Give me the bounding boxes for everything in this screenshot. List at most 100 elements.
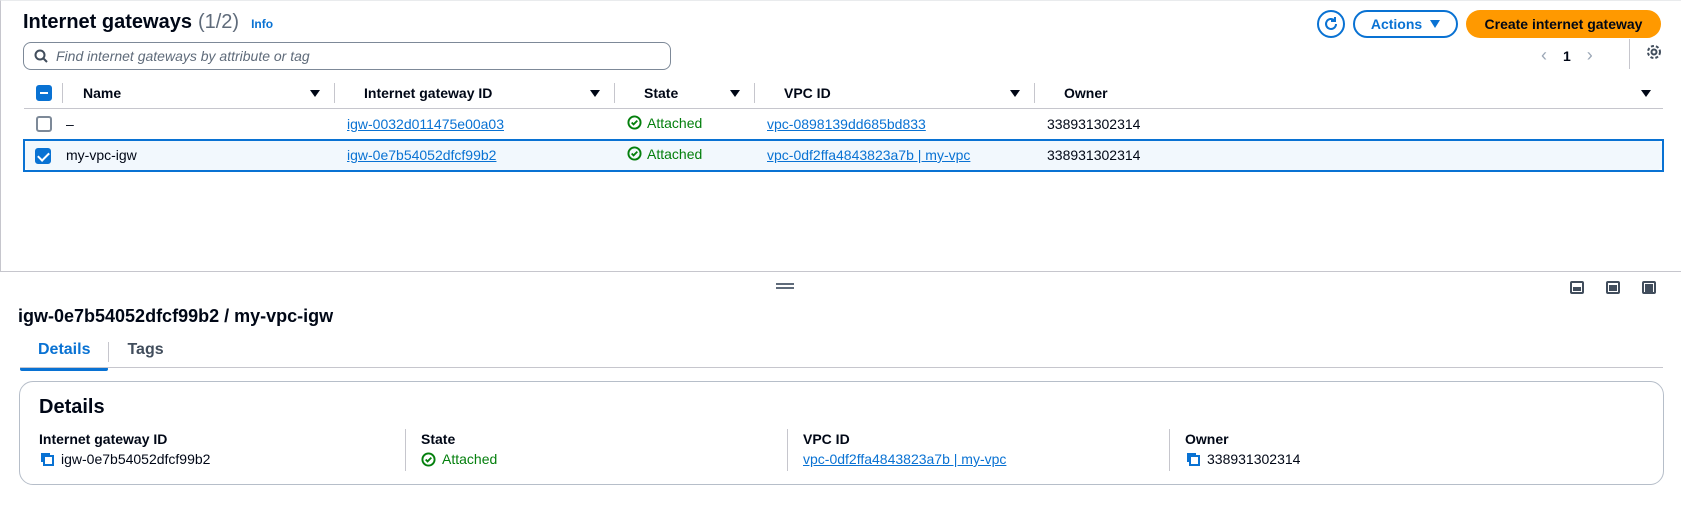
column-header-state[interactable]: State bbox=[627, 78, 767, 109]
field-label: Internet gateway ID bbox=[39, 431, 168, 447]
state-cell: Attached bbox=[627, 138, 767, 172]
igw-id-cell: igw-0032d011475e00a03 bbox=[347, 108, 627, 140]
status-badge: Attached bbox=[627, 115, 702, 131]
column-divider bbox=[754, 83, 755, 103]
resize-handle-icon[interactable] bbox=[776, 283, 794, 289]
field-value: 338931302314 bbox=[1207, 451, 1301, 467]
igw-id-link[interactable]: igw-0e7b54052dfcf99b2 bbox=[347, 147, 496, 163]
column-divider bbox=[614, 83, 615, 103]
status-badge: Attached bbox=[421, 451, 821, 467]
column-divider bbox=[1169, 429, 1170, 471]
panel-bottom-full-icon[interactable] bbox=[1642, 281, 1656, 294]
vpc-id-link[interactable]: vpc-0898139dd685bd833 bbox=[767, 116, 926, 132]
owner-cell: 338931302314 bbox=[1047, 138, 1664, 172]
column-header-igw-id[interactable]: Internet gateway ID bbox=[347, 78, 627, 109]
table-header-row: Name Internet gateway ID State VPC ID Ow… bbox=[24, 78, 1663, 109]
create-internet-gateway-button[interactable]: Create internet gateway bbox=[1466, 10, 1661, 38]
split-panel-divider bbox=[0, 271, 1681, 272]
details-container: Details Internet gateway ID igw-0e7b5405… bbox=[19, 381, 1664, 485]
search-box bbox=[23, 42, 671, 70]
vpc-id-link[interactable]: vpc-0df2ffa4843823a7b | my-vpc bbox=[767, 147, 970, 163]
igw-id-link[interactable]: igw-0032d011475e00a03 bbox=[347, 116, 504, 132]
status-badge: Attached bbox=[627, 146, 702, 162]
actions-label: Actions bbox=[1370, 16, 1423, 32]
column-header-owner[interactable]: Owner bbox=[1047, 78, 1663, 109]
sort-icon[interactable] bbox=[1010, 89, 1020, 97]
column-header-label: Name bbox=[83, 85, 122, 101]
settings-icon[interactable] bbox=[1645, 43, 1663, 64]
name-cell: – bbox=[66, 108, 347, 140]
panel-bottom-small-icon[interactable] bbox=[1570, 281, 1584, 294]
row-select-cell bbox=[24, 108, 66, 140]
tab-details[interactable]: Details bbox=[20, 337, 109, 371]
detail-panel-title: igw-0e7b54052dfcf99b2 / my-vpc-igw bbox=[18, 306, 334, 326]
page-number[interactable]: 1 bbox=[1563, 48, 1571, 64]
table-row-selected[interactable]: my-vpc-igw igw-0e7b54052dfcf99b2 Attache… bbox=[23, 138, 1664, 172]
owner-field: Owner 338931302314 bbox=[1185, 431, 1585, 467]
vpc-id-field: VPC ID vpc-0df2ffa4843823a7b | my-vpc bbox=[803, 431, 1203, 467]
copy-icon[interactable] bbox=[39, 451, 55, 467]
vpc-id-link[interactable]: vpc-0df2ffa4843823a7b | my-vpc bbox=[803, 451, 1006, 467]
owner-cell: 338931302314 bbox=[1047, 108, 1663, 140]
state-text: Attached bbox=[647, 145, 703, 162]
field-value: igw-0e7b54052dfcf99b2 bbox=[61, 451, 211, 467]
select-all-header bbox=[24, 78, 66, 109]
details-section-title: Details bbox=[39, 396, 105, 418]
detail-tabs: Details Tags bbox=[20, 337, 182, 371]
check-circle-icon bbox=[627, 115, 642, 130]
vpc-id-cell: vpc-0df2ffa4843823a7b | my-vpc bbox=[767, 138, 1047, 172]
column-header-label: State bbox=[644, 85, 679, 101]
sort-icon[interactable] bbox=[730, 89, 740, 97]
column-divider bbox=[334, 83, 335, 103]
state-text: Attached bbox=[647, 114, 703, 131]
column-divider bbox=[62, 83, 63, 103]
igw-id-field: Internet gateway ID igw-0e7b54052dfcf99b… bbox=[39, 431, 439, 467]
column-header-label: VPC ID bbox=[784, 85, 831, 101]
field-label: Owner bbox=[1185, 431, 1229, 447]
check-circle-icon bbox=[627, 146, 642, 161]
column-header-name[interactable]: Name bbox=[66, 78, 347, 109]
tabs-underline bbox=[20, 367, 1663, 368]
actions-button[interactable]: Actions bbox=[1353, 10, 1458, 38]
search-input[interactable] bbox=[56, 48, 646, 64]
field-label: State bbox=[421, 431, 456, 447]
name-cell: my-vpc-igw bbox=[66, 138, 347, 172]
info-link[interactable]: Info bbox=[251, 17, 273, 31]
column-divider bbox=[405, 429, 406, 471]
pager-divider bbox=[1629, 39, 1630, 69]
next-page-icon[interactable]: › bbox=[1587, 45, 1593, 66]
panel-bottom-half-icon[interactable] bbox=[1606, 281, 1620, 294]
page-title: Internet gateways (1/2) Info bbox=[23, 11, 273, 34]
internet-gateways-table: Name Internet gateway ID State VPC ID Ow… bbox=[23, 78, 1664, 172]
internet-gateways-panel: Internet gateways (1/2) Info Actions Cre… bbox=[0, 0, 1681, 272]
state-cell: Attached bbox=[627, 108, 767, 140]
tab-tags[interactable]: Tags bbox=[109, 337, 181, 369]
sort-icon[interactable] bbox=[1641, 89, 1651, 97]
igw-id-cell: igw-0e7b54052dfcf99b2 bbox=[347, 138, 627, 172]
state-field: State Attached bbox=[421, 431, 821, 467]
column-divider bbox=[787, 429, 788, 471]
split-panel-layout-controls bbox=[1570, 281, 1656, 294]
pagination: ‹ 1 › bbox=[1541, 39, 1661, 69]
sort-icon[interactable] bbox=[590, 89, 600, 97]
column-header-label: Owner bbox=[1064, 85, 1108, 101]
column-divider bbox=[1034, 83, 1035, 103]
refresh-button[interactable] bbox=[1317, 10, 1345, 38]
sort-icon[interactable] bbox=[310, 89, 320, 97]
selection-count: (1/2) bbox=[197, 11, 240, 33]
table-row[interactable]: – igw-0032d011475e00a03 Attached vpc-089… bbox=[24, 108, 1663, 140]
refresh-icon bbox=[1325, 17, 1337, 30]
search-icon bbox=[34, 49, 48, 63]
copy-icon[interactable] bbox=[1185, 451, 1201, 467]
select-all-checkbox[interactable] bbox=[36, 85, 52, 101]
column-header-vpc-id[interactable]: VPC ID bbox=[767, 78, 1047, 109]
prev-page-icon[interactable]: ‹ bbox=[1541, 45, 1547, 66]
row-select-cell bbox=[23, 138, 66, 172]
check-circle-icon bbox=[421, 451, 436, 467]
caret-down-icon bbox=[1430, 20, 1441, 28]
row-checkbox[interactable] bbox=[36, 116, 52, 133]
vpc-id-cell: vpc-0898139dd685bd833 bbox=[767, 108, 1047, 140]
column-header-label: Internet gateway ID bbox=[364, 85, 493, 101]
page-title-text: Internet gateways bbox=[23, 11, 192, 33]
row-checkbox[interactable] bbox=[35, 147, 51, 164]
